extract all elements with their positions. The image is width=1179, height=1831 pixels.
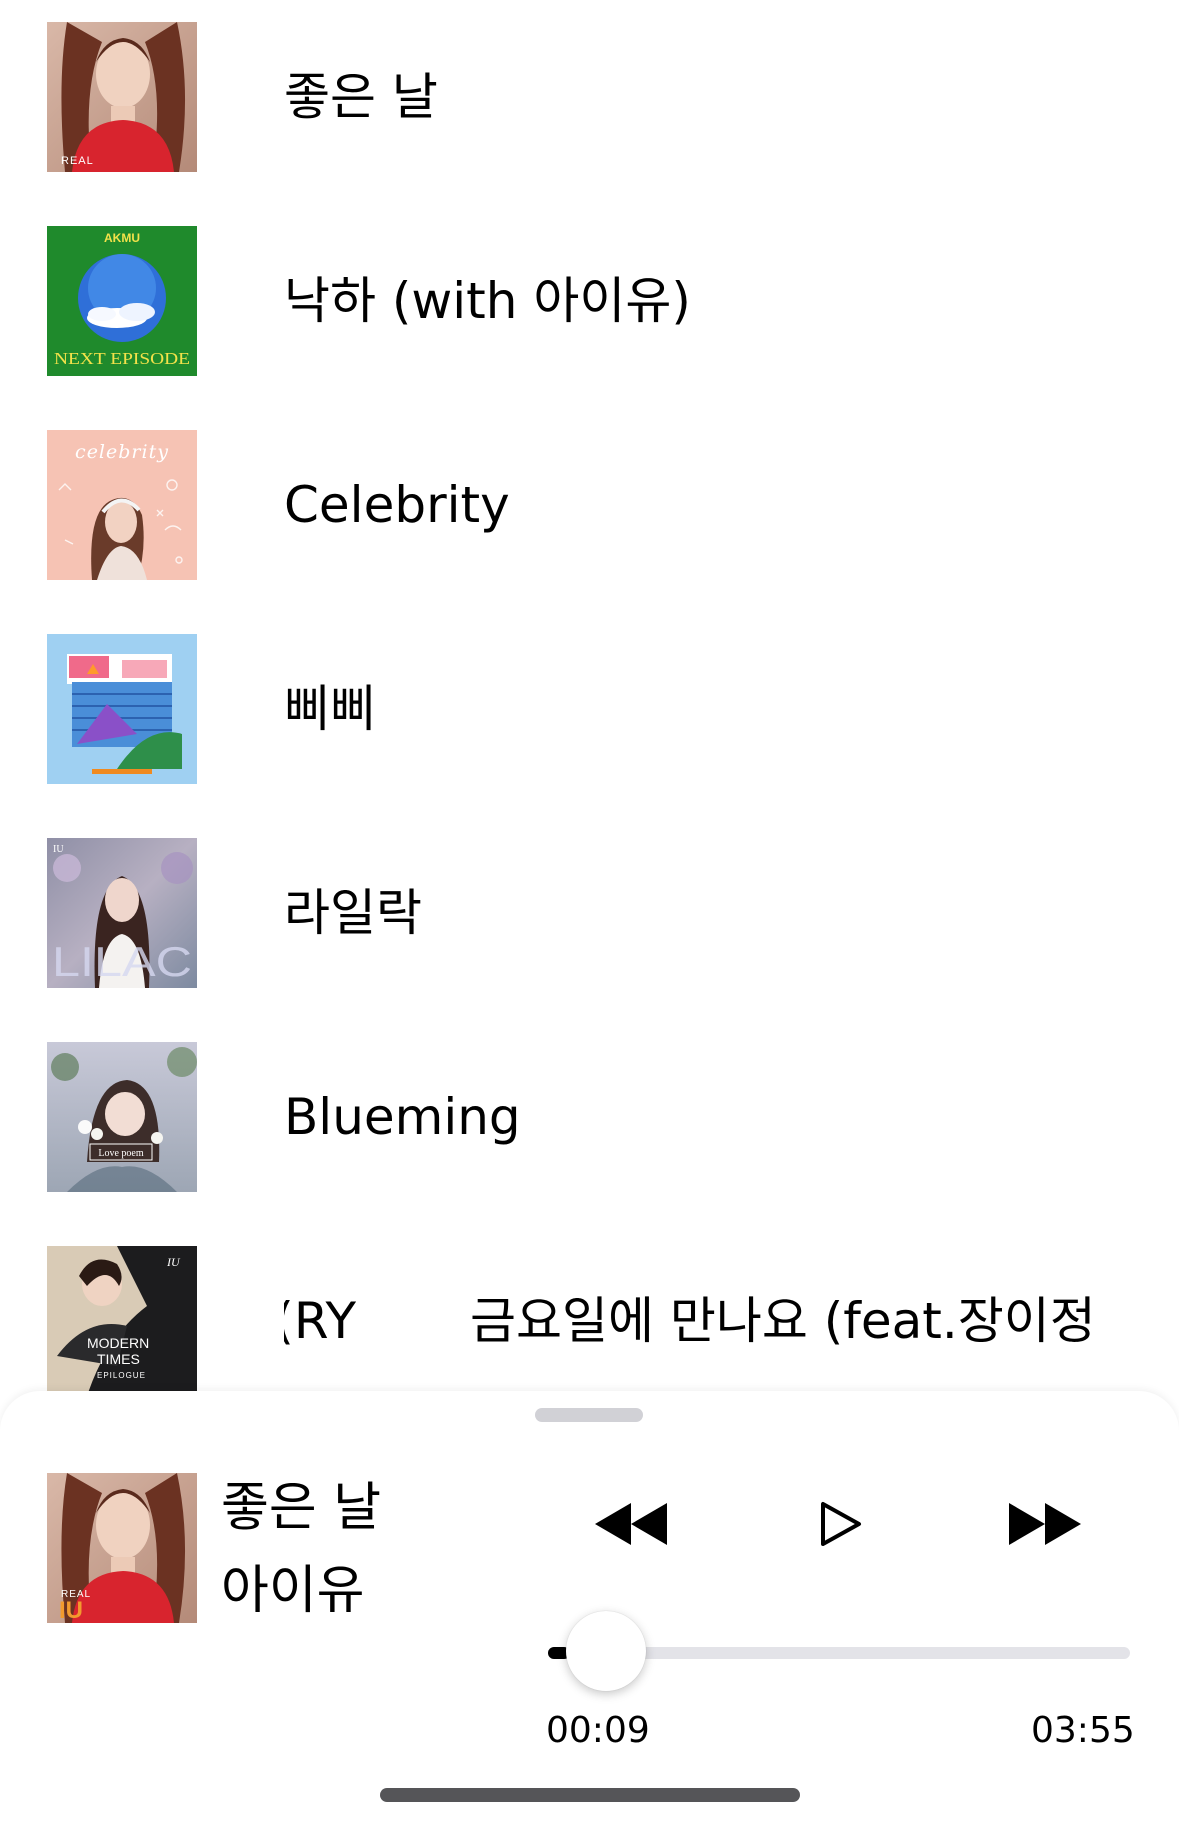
cover-label: IU (59, 1597, 83, 1623)
home-indicator (380, 1788, 800, 1802)
song-row[interactable]: Love poem Blueming (0, 1042, 1179, 1192)
album-cover: REAL (47, 22, 197, 172)
now-playing-cover: REAL IU (47, 1473, 197, 1623)
song-title: 라일락 (284, 884, 422, 942)
album-cover: celebrity (47, 430, 197, 580)
album-cover: IU LILAC (47, 838, 197, 988)
cover-label: celebrity (75, 441, 169, 463)
song-row[interactable]: REAL 좋은 날 (0, 22, 1179, 172)
song-title: 낙하 (with 아이유) (284, 272, 691, 330)
song-row[interactable]: AKMU NEXT EPISODE 낙하 (with 아이유) (0, 226, 1179, 376)
cover-label: TIMES (97, 1351, 140, 1367)
fast-forward-icon (1009, 1503, 1081, 1549)
song-row[interactable]: MODERN TIMES EPILOGUE IU RY) 금요일에 만나요 (f… (0, 1246, 1179, 1391)
cover-label: LILAC (52, 938, 192, 985)
song-title-scroll-tail: RY) (284, 1292, 356, 1350)
cover-label: NEXT EPISODE (54, 349, 190, 368)
cover-label: IU (53, 844, 64, 855)
song-title: 삐삐 (284, 680, 376, 738)
song-title-scroll-head: 금요일에 만나요 (feat.장이정 o (470, 1292, 1100, 1350)
song-title: 좋은 날 (284, 68, 438, 126)
play-icon (820, 1501, 862, 1551)
song-row[interactable]: celebrity Celebrity (0, 430, 1179, 580)
cover-label: AKMU (104, 231, 140, 245)
now-playing-artist: 아이유 (221, 1561, 365, 1621)
rewind-icon (595, 1503, 667, 1549)
play-button[interactable] (796, 1486, 886, 1566)
album-cover (47, 634, 197, 784)
song-title: Celebrity (284, 476, 510, 534)
cover-label: REAL (61, 155, 94, 167)
now-playing-title: 좋은 날 (221, 1478, 382, 1538)
song-list: REAL 좋은 날 AKMU NEXT EPISODE 낙하 (with 아이유… (0, 0, 1179, 1391)
progress-thumb[interactable] (566, 1611, 646, 1691)
fast-forward-button[interactable] (1000, 1486, 1090, 1566)
song-row[interactable]: 삐삐 (0, 634, 1179, 784)
cover-label: Love poem (98, 1148, 143, 1159)
song-title: Blueming (284, 1088, 521, 1146)
cover-label: IU (166, 1255, 181, 1269)
song-row[interactable]: IU LILAC 라일락 (0, 838, 1179, 988)
cover-label: MODERN (87, 1335, 149, 1351)
cover-label: EPILOGUE (97, 1371, 146, 1380)
rewind-button[interactable] (586, 1486, 676, 1566)
album-cover: Love poem (47, 1042, 197, 1192)
album-cover: MODERN TIMES EPILOGUE IU (47, 1246, 197, 1391)
album-cover: AKMU NEXT EPISODE (47, 226, 197, 376)
total-duration: 03:55 (1031, 1710, 1135, 1751)
mini-player: REAL IU 좋은 날 아이유 00:09 03:55 (0, 1391, 1179, 1831)
sheet-grabber[interactable] (535, 1408, 643, 1422)
elapsed-time: 00:09 (546, 1710, 650, 1751)
